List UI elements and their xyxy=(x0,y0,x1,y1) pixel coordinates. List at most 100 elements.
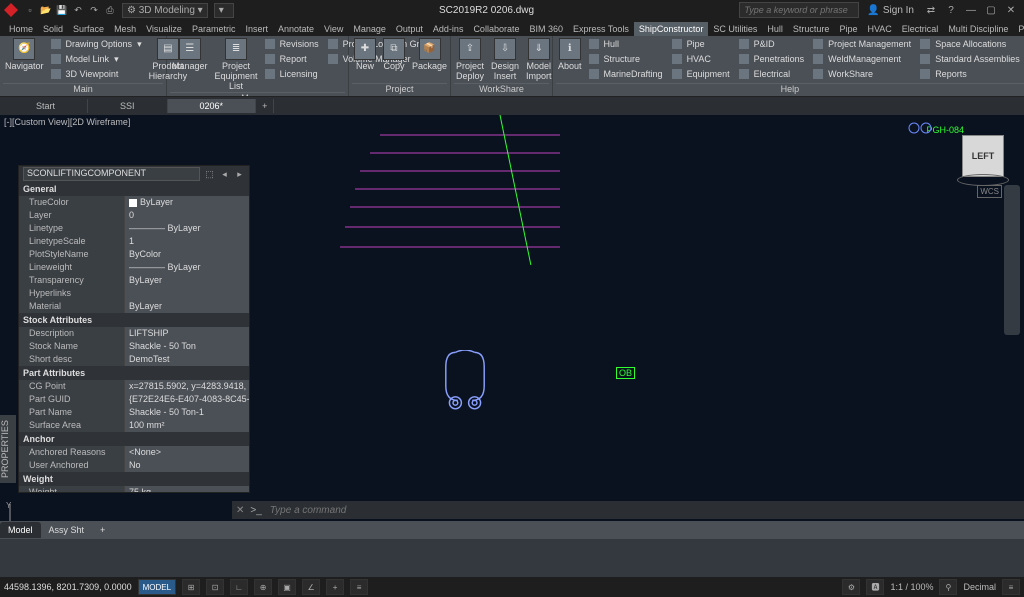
reports-help-button[interactable]: Reports xyxy=(918,67,1024,81)
model-button[interactable]: MODEL xyxy=(138,579,176,595)
add-layout-button[interactable]: + xyxy=(92,522,113,538)
property-row[interactable]: CG Pointx=27815.5902, y=4283.9418, z=419… xyxy=(19,380,249,393)
navbar[interactable] xyxy=(1004,185,1020,335)
ribbon-tab[interactable]: ShipConstructor xyxy=(634,22,709,36)
property-category[interactable]: Weight xyxy=(19,472,249,486)
ribbon-tab[interactable]: Hull xyxy=(762,22,788,36)
property-value[interactable]: DemoTest xyxy=(124,353,249,366)
property-value[interactable]: LIFTSHIP xyxy=(124,327,249,340)
help-search-input[interactable] xyxy=(739,2,859,18)
property-row[interactable]: MaterialByLayer xyxy=(19,300,249,313)
ribbon-tab[interactable]: Electrical xyxy=(897,22,944,36)
properties-selection-dropdown[interactable]: SCONLIFTINGCOMPONENT xyxy=(23,167,200,181)
ribbon-tab[interactable]: SC Utilities xyxy=(708,22,762,36)
lw-toggle[interactable]: ≡ xyxy=(350,579,368,595)
prev-icon[interactable]: ◂ xyxy=(219,169,230,180)
help-icon[interactable]: ? xyxy=(942,2,960,18)
property-category[interactable]: Part Attributes xyxy=(19,366,249,380)
deploy-button[interactable]: ⇪Project Deploy xyxy=(454,37,486,82)
layout-tab[interactable]: Model xyxy=(0,522,41,538)
property-row[interactable]: PlotStyleNameByColor xyxy=(19,248,249,261)
ribbon-tab[interactable]: Insert xyxy=(240,22,273,36)
property-row[interactable]: Stock NameShackle - 50 Ton xyxy=(19,340,249,353)
property-row[interactable]: Linetype———— ByLayer xyxy=(19,222,249,235)
workshare-help-button[interactable]: WorkShare xyxy=(811,67,915,81)
electrical-help-button[interactable]: Electrical xyxy=(737,67,809,81)
otrack-toggle[interactable]: ∠ xyxy=(302,579,320,595)
grid-toggle[interactable]: ⊞ xyxy=(182,579,200,595)
osnap-toggle[interactable]: ▣ xyxy=(278,579,296,595)
property-value[interactable]: ByLayer xyxy=(124,196,249,209)
ribbon-tab[interactable]: Parametric xyxy=(187,22,241,36)
property-row[interactable]: User AnchoredNo xyxy=(19,459,249,472)
ribbon-tab[interactable]: View xyxy=(319,22,348,36)
document-tab[interactable]: Start xyxy=(4,99,88,113)
ribbon-tab[interactable]: Manage xyxy=(348,22,391,36)
property-value[interactable]: 75 kg xyxy=(124,486,249,492)
command-input[interactable] xyxy=(268,504,1020,517)
stdassy-help-button[interactable]: Standard Assemblies xyxy=(918,52,1024,66)
ribbon-tab[interactable]: Structure xyxy=(788,22,835,36)
structure-help-button[interactable]: Structure xyxy=(587,52,667,66)
cmd-close-icon[interactable]: ✕ xyxy=(236,505,244,516)
wcs-label[interactable]: WCS xyxy=(977,185,1002,198)
property-value[interactable]: Shackle - 50 Ton-1 xyxy=(124,406,249,419)
property-row[interactable]: TransparencyByLayer xyxy=(19,274,249,287)
property-value[interactable]: ———— ByLayer xyxy=(124,261,249,274)
space-help-button[interactable]: Space Allocations xyxy=(918,37,1024,51)
workspace-toggle[interactable]: ⚙ xyxy=(842,579,860,595)
copy-button[interactable]: ⧉Copy xyxy=(381,37,407,72)
ribbon-tab[interactable]: Pipe xyxy=(834,22,862,36)
ribbon-tab[interactable]: HVAC xyxy=(862,22,896,36)
weldmgmt-help-button[interactable]: WeldManagement xyxy=(811,52,915,66)
hvac-help-button[interactable]: HVAC xyxy=(670,52,734,66)
property-value[interactable]: ———— ByLayer xyxy=(124,222,249,235)
polar-toggle[interactable]: ⊕ xyxy=(254,579,272,595)
property-row[interactable]: Layer0 xyxy=(19,209,249,222)
ribbon-tab[interactable]: Surface xyxy=(68,22,109,36)
property-value[interactable]: x=27815.5902, y=4283.9418, z=419... xyxy=(124,380,249,393)
report-button[interactable]: Report xyxy=(263,52,323,66)
property-value[interactable]: 1 xyxy=(124,235,249,248)
property-value[interactable]: ByColor xyxy=(124,248,249,261)
qat-undo-icon[interactable]: ↶ xyxy=(72,4,84,16)
property-category[interactable]: Anchor xyxy=(19,432,249,446)
penetrations-help-button[interactable]: Penetrations xyxy=(737,52,809,66)
ribbon-tab[interactable]: Solid xyxy=(38,22,68,36)
ribbon-tab[interactable]: Production xyxy=(1013,22,1024,36)
shackle-object[interactable] xyxy=(440,350,490,410)
property-row[interactable]: Part NameShackle - 50 Ton-1 xyxy=(19,406,249,419)
ribbon-tab[interactable]: Add-ins xyxy=(428,22,469,36)
hull-help-button[interactable]: Hull xyxy=(587,37,667,51)
zoom-readout[interactable]: 1:1 / 100% xyxy=(890,582,933,592)
property-value[interactable]: ByLayer xyxy=(124,300,249,313)
property-row[interactable]: DescriptionLIFTSHIP xyxy=(19,327,249,340)
property-value[interactable] xyxy=(124,287,249,300)
ribbon-tab[interactable]: Visualize xyxy=(141,22,187,36)
home-icon[interactable] xyxy=(904,119,944,137)
ribbon-tab[interactable]: Collaborate xyxy=(468,22,524,36)
manager-button[interactable]: ☰Manager xyxy=(170,37,210,72)
property-category[interactable]: General xyxy=(19,182,249,196)
snap-toggle[interactable]: ⊡ xyxy=(206,579,224,595)
licensing-button[interactable]: Licensing xyxy=(263,67,323,81)
ortho-toggle[interactable]: ∟ xyxy=(230,579,248,595)
add-tab-button[interactable]: + xyxy=(256,99,274,113)
qat-open-icon[interactable]: 📂 xyxy=(40,4,52,16)
view-label[interactable]: [-][Custom View][2D Wireframe] xyxy=(4,117,130,127)
exchange-icon[interactable]: ⇄ xyxy=(922,2,940,18)
projectmgmt-help-button[interactable]: Project Management xyxy=(811,37,915,51)
workspace-dropdown[interactable]: ⚙ 3D Modeling ▾ xyxy=(122,3,208,18)
about-button[interactable]: ℹAbout xyxy=(556,37,584,72)
pick-icon[interactable]: ▸ xyxy=(234,169,245,180)
qat-save-icon[interactable]: 💾 xyxy=(56,4,68,16)
property-row[interactable]: Surface Area100 mm² xyxy=(19,419,249,432)
close-button[interactable]: ✕ xyxy=(1002,2,1020,18)
ribbon-tab[interactable]: BIM 360 xyxy=(524,22,568,36)
equipment-help-button[interactable]: Equipment xyxy=(670,67,734,81)
quickselect-icon[interactable]: ⬚ xyxy=(204,169,215,180)
sign-in-button[interactable]: 👤Sign In xyxy=(861,5,920,16)
insert-button[interactable]: ⇩Design Insert xyxy=(489,37,521,82)
minimize-button[interactable]: — xyxy=(962,2,980,18)
property-row[interactable]: LinetypeScale1 xyxy=(19,235,249,248)
